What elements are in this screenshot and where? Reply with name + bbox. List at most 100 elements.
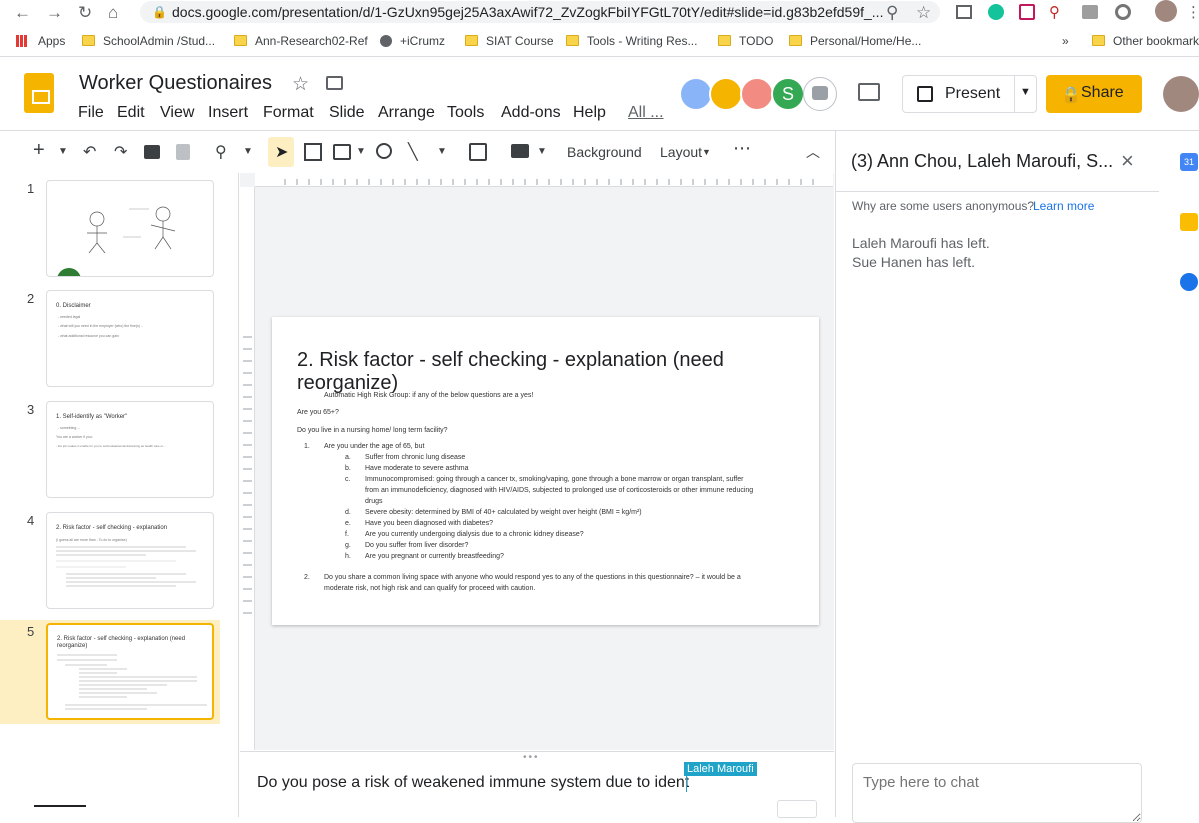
menu-view[interactable]: View	[160, 104, 194, 122]
slide-thumbnail-4[interactable]: 2. Risk factor - self checking - explana…	[46, 512, 214, 609]
star-icon[interactable]: ☆	[292, 73, 309, 96]
back-icon[interactable]: ←	[14, 3, 31, 23]
resize-handle-icon[interactable]: •••	[523, 752, 540, 763]
new-slide-dropdown-icon[interactable]: ▼	[58, 146, 68, 157]
address-bar[interactable]: 🔒 docs.google.com/presentation/d/1-GzUxn…	[140, 1, 940, 23]
print-icon[interactable]	[144, 145, 160, 159]
move-folder-icon[interactable]	[326, 76, 343, 90]
slide-subitem[interactable]: Are you currently undergoing dialysis du…	[365, 531, 584, 538]
bookmark-personal[interactable]: Personal/Home/He...	[789, 34, 921, 48]
learn-more-link[interactable]: Learn more	[1033, 199, 1094, 213]
menu-file[interactable]: File	[78, 104, 104, 122]
slides-logo-icon[interactable]	[24, 73, 54, 113]
bookmark-todo[interactable]: TODO	[718, 34, 773, 48]
slide-title[interactable]: 2. Risk factor - self checking - explana…	[297, 349, 797, 395]
comments-icon[interactable]	[858, 83, 880, 101]
horizontal-ruler[interactable]	[255, 173, 833, 187]
bookmark-star-icon[interactable]: ☆	[916, 3, 931, 23]
speaker-notes-text[interactable]: Do you pose a risk of weakened immune sy…	[257, 774, 689, 792]
insert-comment-icon[interactable]	[469, 143, 487, 161]
slide-thumbnail-5[interactable]: 2. Risk factor - self checking - explana…	[46, 623, 214, 720]
tasks-icon[interactable]	[1180, 273, 1198, 291]
menu-edit[interactable]: Edit	[117, 104, 145, 122]
insert-image-icon[interactable]	[333, 144, 351, 160]
collapse-toolbar-icon[interactable]: ︿	[806, 142, 820, 162]
pocket-icon[interactable]	[1019, 4, 1035, 20]
speaker-notes[interactable]: ••• Do you pose a risk of weakened immun…	[240, 751, 834, 818]
paint-format-icon[interactable]	[176, 144, 190, 160]
slide-text-intro[interactable]: Automatic High Risk Group: if any of the…	[324, 392, 533, 399]
filmstrip-scroll-indicator[interactable]	[34, 805, 86, 807]
menu-arrange[interactable]: Arrange	[378, 104, 435, 122]
slide-thumbnail-1[interactable]	[46, 180, 214, 277]
menu-format[interactable]: Format	[263, 104, 314, 122]
slide-subitem[interactable]: from an immunodeficiency, diagnosed with…	[365, 487, 753, 494]
document-title[interactable]: Worker Questionaires	[79, 72, 272, 95]
text-box-icon[interactable]	[304, 143, 322, 161]
slide-subitem[interactable]: Have moderate to severe asthma	[365, 465, 469, 472]
bookmark-research[interactable]: Ann-Research02-Ref	[234, 34, 368, 48]
extension-note-icon[interactable]	[1082, 5, 1098, 19]
reload-icon[interactable]: ↻	[78, 3, 92, 23]
slide-5[interactable]: 2. Risk factor - self checking - explana…	[272, 317, 819, 625]
bookmark-schooladmin[interactable]: SchoolAdmin /Stud...	[82, 34, 215, 48]
more-options-icon[interactable]: ⋯	[733, 138, 751, 159]
bookmark-siat-course[interactable]: SIAT Course	[465, 34, 554, 48]
chat-input[interactable]	[852, 763, 1142, 823]
slide-subitem[interactable]: Do you suffer from liver disorder?	[365, 542, 468, 549]
present-dropdown-icon[interactable]: ▼	[1020, 86, 1031, 98]
slide-subitem[interactable]: Immunocompromised: going through a cance…	[365, 476, 743, 483]
new-slide-icon[interactable]: +	[33, 139, 45, 162]
present-button[interactable]: Present ▼	[902, 75, 1037, 113]
collaborator-avatar[interactable]	[740, 77, 774, 111]
slide-text-q2[interactable]: Do you live in a nursing home/ long term…	[297, 427, 448, 434]
slide-subitem[interactable]: Severe obesity: determined by BMI of 40+…	[365, 509, 642, 516]
bookmarks-overflow-icon[interactable]: »	[1062, 34, 1069, 48]
keep-icon[interactable]	[1180, 213, 1198, 231]
menu-addons[interactable]: Add-ons	[501, 104, 561, 122]
shape-icon[interactable]	[376, 143, 392, 159]
slide-text-q1[interactable]: Are you 65+?	[297, 409, 339, 416]
slide-text-item2[interactable]: Do you share a common living space with …	[324, 574, 741, 581]
last-edit-link[interactable]: All ...	[628, 104, 664, 122]
slide-subitem[interactable]: Have you been diagnosed with diabetes?	[365, 520, 493, 527]
menu-insert[interactable]: Insert	[208, 104, 248, 122]
extension-icon[interactable]: ⚲	[1049, 3, 1060, 21]
slide-subitem[interactable]: Suffer from chronic lung disease	[365, 454, 465, 461]
undo-icon[interactable]: ↶	[83, 142, 96, 162]
extension-cast-icon[interactable]	[956, 5, 972, 19]
collaborator-avatar[interactable]: S	[771, 77, 805, 111]
bookmark-other[interactable]: Other bookmark	[1092, 34, 1199, 48]
share-button[interactable]: 🔒 Share	[1046, 75, 1142, 113]
slide-thumbnail-3[interactable]: 1. Self-identify as "Worker" - something…	[46, 401, 214, 498]
forward-icon[interactable]: →	[46, 3, 63, 23]
profile-avatar[interactable]	[1155, 0, 1177, 22]
slide-subitem[interactable]: drugs	[365, 498, 383, 505]
home-icon[interactable]: ⌂	[108, 3, 118, 23]
menu-tools[interactable]: Tools	[447, 104, 484, 122]
layout-dropdown-icon[interactable]: ▼	[702, 147, 711, 157]
bookmark-tools-writing[interactable]: Tools - Writing Res...	[566, 34, 697, 48]
extension-circle-icon[interactable]	[1115, 4, 1131, 20]
bookmark-icrumz[interactable]: +iCrumz	[380, 34, 445, 48]
slide-text-item1[interactable]: Are you under the age of 65, but	[324, 443, 424, 450]
menu-slide[interactable]: Slide	[329, 104, 365, 122]
zoom-icon[interactable]: ⚲	[215, 142, 227, 162]
redo-icon[interactable]: ↷	[114, 142, 127, 162]
notes-expand-button[interactable]	[777, 800, 817, 818]
transition-dropdown-icon[interactable]: ▼	[537, 146, 547, 157]
bookmark-apps[interactable]: Apps	[16, 34, 65, 48]
menu-help[interactable]: Help	[573, 104, 606, 122]
grammarly-icon[interactable]	[988, 4, 1004, 20]
background-button[interactable]: Background	[567, 144, 642, 160]
transition-icon[interactable]	[511, 144, 529, 158]
browser-menu-icon[interactable]: ⋮	[1186, 3, 1199, 21]
slide-thumbnail-2[interactable]: 0. Disclaimer - needed legal - what will…	[46, 290, 214, 387]
calendar-icon[interactable]: 31	[1180, 153, 1198, 171]
close-icon[interactable]: ×	[1121, 148, 1134, 174]
more-collaborators-icon[interactable]	[803, 77, 837, 111]
zoom-icon[interactable]: ⚲	[886, 3, 898, 23]
slide-text-item2[interactable]: moderate risk, not high risk and can qua…	[324, 585, 535, 592]
zoom-dropdown-icon[interactable]: ▼	[243, 146, 253, 157]
line-dropdown-icon[interactable]: ▼	[437, 146, 447, 157]
